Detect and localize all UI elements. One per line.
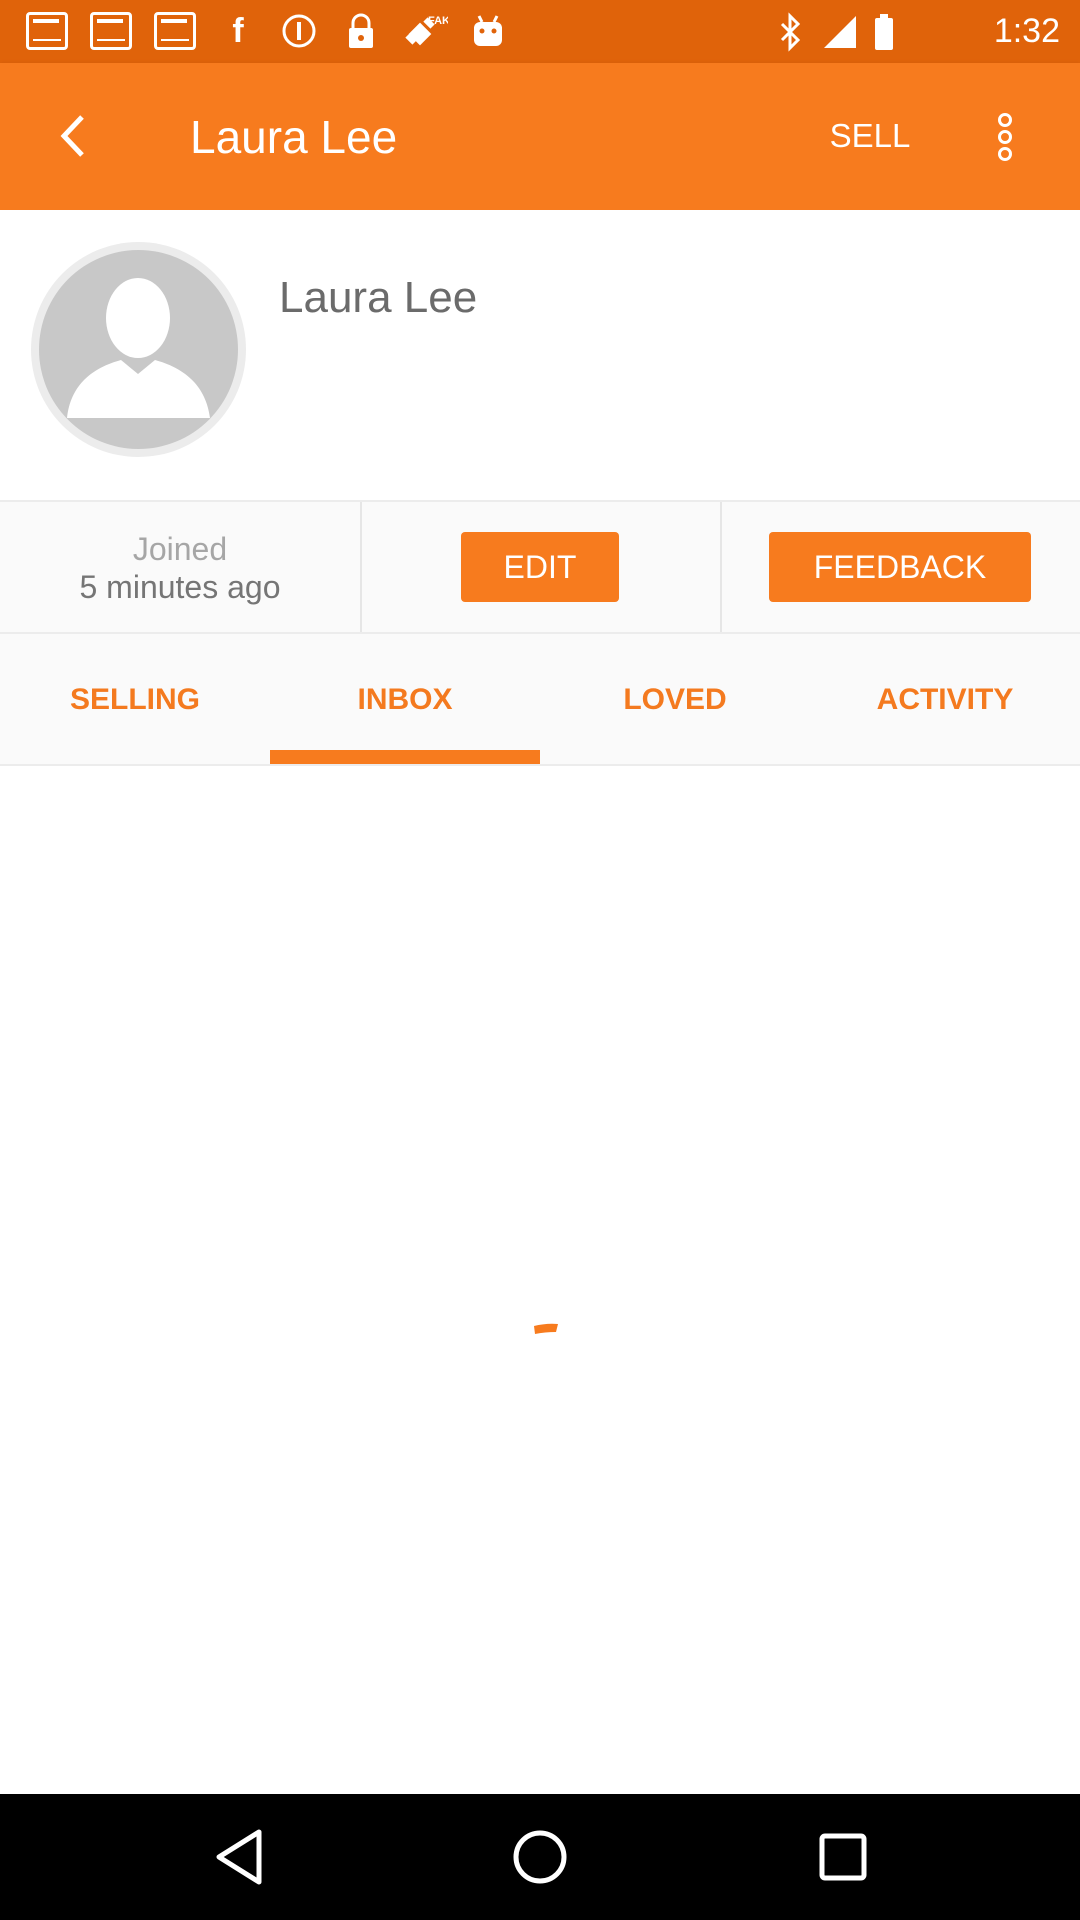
- circle-home-icon: [513, 1830, 567, 1884]
- joined-label: Joined: [132, 531, 228, 567]
- profile-tabs: SELLING INBOX LOVED ACTIVITY: [0, 634, 1080, 766]
- back-button[interactable]: [40, 103, 106, 169]
- bluetooth-icon: [776, 12, 804, 52]
- nav-home-button[interactable]: [505, 1822, 575, 1892]
- profile-name: Laura Lee: [279, 273, 478, 322]
- lock-icon: [344, 12, 378, 50]
- tab-activity[interactable]: ACTIVITY: [810, 634, 1080, 764]
- back-arrow-icon: [60, 115, 84, 157]
- tab-selling[interactable]: SELLING: [0, 634, 270, 764]
- square-recents-icon: [819, 1833, 867, 1881]
- loading-spinner: [531, 1322, 561, 1336]
- feedback-button[interactable]: FEEDBACK: [769, 532, 1031, 602]
- signal-icon: [820, 12, 860, 50]
- status-time: 1:32: [993, 12, 1060, 50]
- profile-info-row: Joined 5 minutes ago EDIT FEEDBACK: [0, 500, 1080, 634]
- system-nav-bar: [0, 1794, 1080, 1920]
- default-avatar-icon: [39, 250, 238, 449]
- svg-text:FAKE: FAKE: [428, 15, 448, 27]
- tab-indicator: [270, 750, 540, 764]
- iifl-markets-icon: [90, 12, 132, 50]
- profile-header: Laura Lee: [0, 210, 1080, 500]
- status-bar: f FAKE 1:32: [0, 0, 1080, 63]
- divider: [360, 502, 362, 632]
- iifl-markets-icon: [154, 12, 196, 50]
- tab-inbox[interactable]: INBOX: [270, 634, 540, 764]
- fake-gps-icon: FAKE: [404, 12, 457, 50]
- joined-time: 5 minutes ago: [79, 569, 281, 605]
- joined-info: Joined 5 minutes ago: [0, 502, 360, 632]
- page-title: Laura Lee: [190, 111, 398, 163]
- nav-back-button[interactable]: [205, 1822, 275, 1892]
- battery-icon: [872, 12, 896, 50]
- edit-button[interactable]: EDIT: [461, 532, 619, 602]
- iifl-markets-icon: [26, 12, 68, 50]
- tab-loved[interactable]: LOVED: [540, 634, 810, 764]
- more-vertical-icon: [998, 113, 1012, 127]
- nav-recents-button[interactable]: [808, 1822, 878, 1892]
- android-icon: [470, 12, 506, 50]
- info-icon: [280, 12, 318, 50]
- more-options-button[interactable]: [985, 103, 1025, 169]
- avatar[interactable]: [31, 242, 246, 457]
- sell-button[interactable]: SELL: [810, 103, 930, 169]
- divider: [720, 502, 722, 632]
- facebook-icon: f: [232, 12, 244, 50]
- app-bar: Laura Lee SELL: [0, 63, 1080, 210]
- triangle-back-icon: [216, 1829, 262, 1885]
